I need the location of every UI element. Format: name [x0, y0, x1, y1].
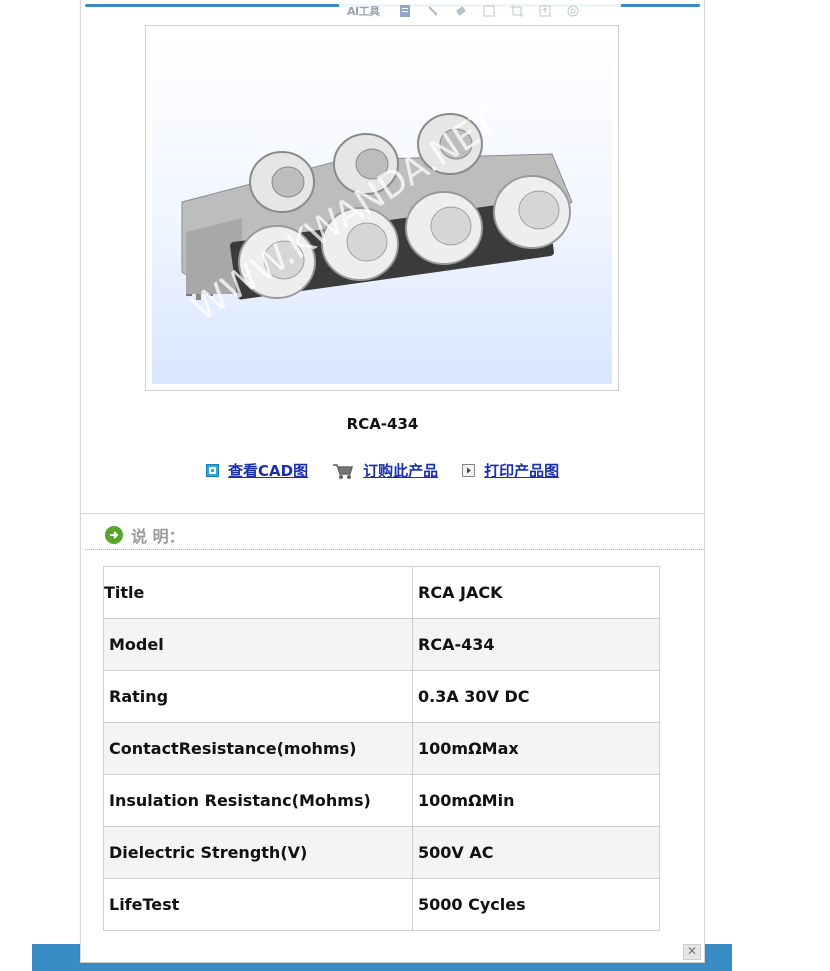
spec-key: Title [103, 566, 413, 619]
order-product-link-item[interactable]: 订购此产品 [332, 460, 438, 481]
spec-value: RCA JACK [412, 566, 660, 619]
spec-value: 500V AC [412, 826, 660, 879]
settings-icon[interactable] [566, 4, 580, 18]
rca-jack-illustration: WWW.KWANDA.NET [181, 101, 573, 330]
order-product-link[interactable]: 订购此产品 [363, 460, 438, 481]
spec-key: Insulation Resistanc(Mohms) [103, 774, 413, 827]
spec-table: Title RCA JACK Model RCA-434 Rating 0.3A 30… [103, 566, 660, 931]
spec-value: 100mΩMin [412, 774, 660, 827]
table-row: Title RCA JACK [103, 566, 660, 619]
doc-icon[interactable] [398, 4, 412, 18]
close-icon[interactable]: ✕ [683, 944, 701, 960]
table-row: Dielectric Strength(V) 500V AC [103, 826, 660, 879]
spec-key: Rating [103, 670, 413, 723]
description-heading: 说 明： [105, 523, 185, 547]
spec-value: 0.3A 30V DC [412, 670, 660, 723]
view-cad-link[interactable]: 查看CAD图 [228, 460, 308, 481]
table-row: LifeTest 5000 Cycles [103, 878, 660, 931]
product-action-links: 查看CAD图 订购此产品 打印产品图 [206, 460, 583, 481]
product-image[interactable]: WWW.KWANDA.NET [152, 32, 612, 384]
product-model-title: RCA-434 [346, 415, 419, 433]
export-icon[interactable] [538, 4, 552, 18]
cad-icon [206, 464, 219, 477]
print-product-link-item[interactable]: 打印产品图 [462, 460, 559, 481]
green-arrow-icon [105, 526, 123, 544]
image-icon[interactable] [482, 4, 496, 18]
spec-key: Dielectric Strength(V) [103, 826, 413, 879]
table-row: Insulation Resistanc(Mohms) 100mΩMin [103, 774, 660, 827]
table-row: ContactResistance(mohms) 100mΩMax [103, 722, 660, 775]
product-image-frame: WWW.KWANDA.NET [145, 25, 619, 391]
dotted-divider [85, 549, 704, 550]
description-heading-text: 说 明： [131, 527, 185, 546]
cart-icon [333, 463, 354, 479]
view-cad-link-item[interactable]: 查看CAD图 [206, 460, 308, 481]
spec-key: Model [103, 618, 413, 671]
spec-value: 5000 Cycles [412, 878, 660, 931]
ai-tools-button[interactable]: AI工具 [347, 3, 380, 19]
table-row: Model RCA-434 [103, 618, 660, 671]
spec-key: LifeTest [103, 878, 413, 931]
spec-key: ContactResistance(mohms) [103, 722, 413, 775]
section-divider [81, 513, 704, 514]
eraser-icon[interactable] [454, 4, 468, 18]
print-icon [462, 464, 476, 477]
product-panel: AI工具 WWW.KWANDA.NET RCA-434 查看CAD图 订购此产品… [80, 0, 705, 963]
floating-toolbar: AI工具 [339, 0, 621, 22]
table-row: Rating 0.3A 30V DC [103, 670, 660, 723]
spec-value: RCA-434 [412, 618, 660, 671]
crop-icon[interactable] [510, 4, 524, 18]
print-product-link[interactable]: 打印产品图 [484, 460, 559, 481]
brush-icon[interactable] [426, 4, 440, 18]
spec-value: 100mΩMax [412, 722, 660, 775]
